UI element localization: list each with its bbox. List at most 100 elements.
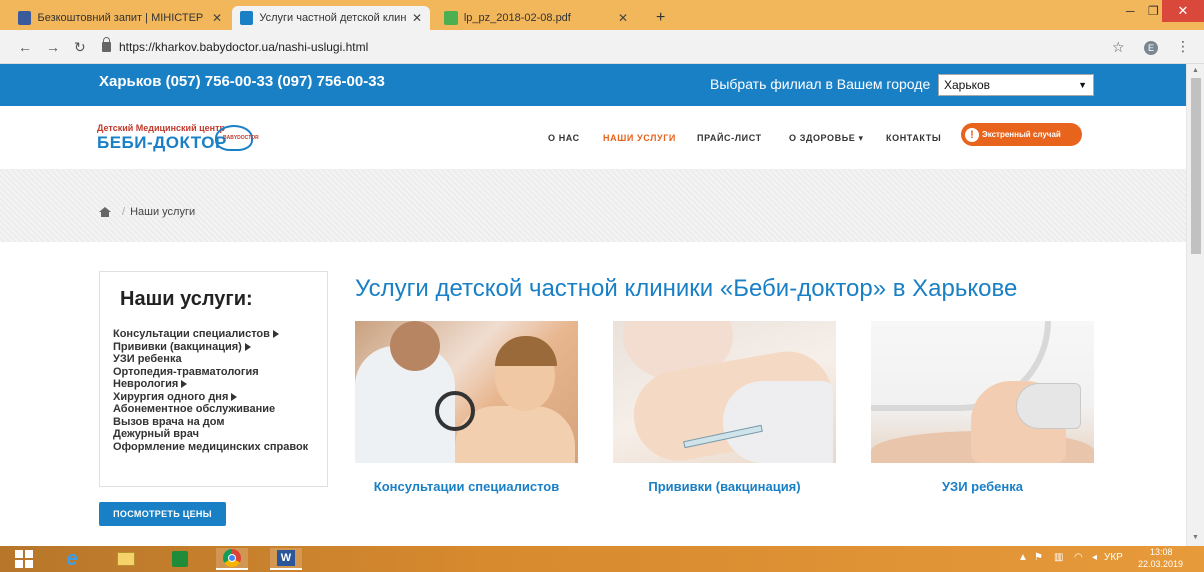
internet-explorer-icon[interactable]: e [56,548,88,570]
browser-tab-bar: Безкоштовний запит | МІНІСТЕР ✕ Услуги ч… [0,0,1204,30]
sidebar-item-neurology[interactable]: Неврология [113,378,308,391]
emergency-label: Экстренный случай [982,130,1061,139]
tab-close-icon[interactable]: ✕ [206,11,222,25]
site-logo[interactable]: Детский Медицинский центр БЕБИ-ДОКТОР BA… [97,123,259,153]
menu-kebab-icon[interactable]: ⋮ [1176,38,1190,55]
service-card-label[interactable]: Консультации специалистов [355,479,578,494]
restore-icon[interactable]: ❐ [1148,4,1159,18]
tab-close-icon[interactable]: ✕ [406,11,422,25]
service-card-vaccination[interactable]: Прививки (вакцинация) [613,321,836,494]
breadcrumb-current: Наши услуги [130,206,196,218]
logo-title: БЕБИ-ДОКТОР [97,133,227,152]
browser-tab-active[interactable]: Услуги частной детской клиник ✕ [232,6,430,30]
tray-flag-icon[interactable]: ⚑ [1034,552,1043,563]
service-card-consultations[interactable]: Консультации специалистов [355,321,578,494]
breadcrumb-strip: / Наши услуги [0,170,1186,242]
forward-arrow-icon[interactable]: → [46,39,60,55]
pdf-favicon-icon [444,11,458,25]
exclamation-icon: ! [965,127,979,142]
logo-stroller-icon: BABYDOCTOR [215,125,259,151]
emergency-button[interactable]: ! Экстренный случай [961,123,1082,146]
home-icon[interactable] [99,207,111,217]
scroll-up-icon[interactable]: ▲ [1192,67,1199,74]
url-field[interactable]: https://kharkov.babydoctor.ua/nashi-uslu… [102,35,1132,59]
back-arrow-icon[interactable]: ← [18,39,32,55]
reload-icon[interactable]: ↻ [74,39,86,56]
clock-time[interactable]: 13:08 [1150,547,1173,557]
page-scrollbar[interactable]: ▲ ▼ [1186,64,1204,546]
nav-contacts[interactable]: КОНТАКТЫ [886,133,941,143]
sidebar-item-ultrasound[interactable]: УЗИ ребенка [113,353,308,366]
new-tab-button[interactable]: + [656,9,665,27]
ministry-favicon-icon [18,11,32,25]
caret-right-icon [181,380,188,389]
service-card-ultrasound[interactable]: УЗИ ребенка [871,321,1094,494]
breadcrumb: / Наши услуги [99,206,195,218]
scroll-thumb[interactable] [1191,78,1201,254]
nav-health[interactable]: О ЗДОРОВЬЕ ▾ [789,133,864,144]
caret-right-icon [272,330,279,339]
page-title: Услуги детской частной клиники «Беби-док… [355,275,1018,302]
browser-tab[interactable]: lp_pz_2018-02-08.pdf ✕ [436,6,636,30]
chrome-icon[interactable] [216,548,248,570]
tab-title: lp_pz_2018-02-08.pdf [463,12,571,24]
sidebar-item-day-surgery[interactable]: Хирургия одного дня [113,391,308,404]
services-list: Консультации специалистов Прививки (вакц… [113,328,308,453]
breadcrumb-separator: / [122,206,126,218]
tab-title: Безкоштовний запит | МІНІСТЕР [37,12,204,24]
tab-title: Услуги частной детской клиник [259,12,406,24]
word-icon[interactable]: W [270,548,302,570]
nav-services[interactable]: НАШИ УСЛУГИ [603,133,676,143]
site-navbar: Детский Медицинский центр БЕБИ-ДОКТОР BA… [0,106,1186,170]
tray-volume-icon[interactable]: ◂ [1092,552,1097,563]
branch-select-value: Харьков [944,78,991,92]
sidebar-item-home-visit[interactable]: Вызов врача на дом [113,416,308,429]
sidebar-item-consultations[interactable]: Консультации специалистов [113,328,308,341]
windows-logo-icon [15,550,33,568]
babydoctor-favicon-icon [240,11,254,25]
services-sidebar: Наши услуги: Консультации специалистов П… [99,271,328,487]
sidebar-item-certificates[interactable]: Оформление медицинских справок [113,441,308,454]
sidebar-item-vaccination[interactable]: Прививки (вакцинация) [113,341,308,354]
language-indicator[interactable]: УКР [1104,552,1123,563]
lock-icon [102,37,111,52]
logo-subtitle: Детский Медицинский центр [97,123,225,133]
dropdown-arrow-icon: ▼ [1078,80,1087,90]
tray-up-arrow-icon[interactable]: ▲ [1018,552,1028,563]
clock-date[interactable]: 22.03.2019 [1138,559,1183,569]
caret-right-icon [244,342,251,351]
caret-right-icon [231,392,238,401]
sidebar-title: Наши услуги: [120,288,253,310]
ultrasound-photo[interactable] [871,321,1094,463]
service-card-label[interactable]: УЗИ ребенка [871,479,1094,494]
caret-down-icon: ▾ [858,133,864,143]
nav-health-label: О ЗДОРОВЬЕ [789,133,856,143]
site-topbar: Харьков (057) 756-00-33 (097) 756-00-33 … [0,64,1186,106]
tab-close-icon[interactable]: ✕ [612,11,628,25]
minimize-icon[interactable]: ─ [1126,4,1135,18]
doctor-child-photo[interactable] [355,321,578,463]
url-text: https://kharkov.babydoctor.ua/nashi-uslu… [119,40,369,54]
phone-numbers: Харьков (057) 756-00-33 (097) 756-00-33 [99,73,385,90]
tray-network-icon[interactable]: ▥ [1054,552,1063,563]
address-bar: ← → ↻ https://kharkov.babydoctor.ua/nash… [0,30,1204,64]
start-button[interactable] [8,548,40,570]
store-icon[interactable] [164,548,196,570]
nav-price-list[interactable]: ПРАЙС-ЛИСТ [697,133,762,143]
service-card-label[interactable]: Прививки (вакцинация) [613,479,836,494]
scroll-down-icon[interactable]: ▼ [1192,534,1199,541]
bookmark-star-icon[interactable]: ☆ [1112,39,1125,56]
view-prices-button[interactable]: ПОСМОТРЕТЬ ЦЕНЫ [99,502,226,526]
branch-label: Выбрать филиал в Вашем городе [710,76,931,92]
branch-select[interactable]: Харьков ▼ [938,74,1094,96]
profile-avatar[interactable]: E [1144,41,1158,55]
browser-tab[interactable]: Безкоштовний запит | МІНІСТЕР ✕ [10,6,230,30]
sidebar-item-duty-doctor[interactable]: Дежурный врач [113,428,308,441]
file-explorer-icon[interactable] [110,548,142,570]
sidebar-item-orthopedics[interactable]: Ортопедия-травматология [113,366,308,379]
sidebar-item-subscription[interactable]: Абонементное обслуживание [113,403,308,416]
tray-wifi-icon[interactable]: ◠ [1074,552,1083,563]
window-close-button[interactable]: ✕ [1162,0,1204,22]
vaccination-photo[interactable] [613,321,836,463]
nav-about[interactable]: О НАС [548,133,580,143]
